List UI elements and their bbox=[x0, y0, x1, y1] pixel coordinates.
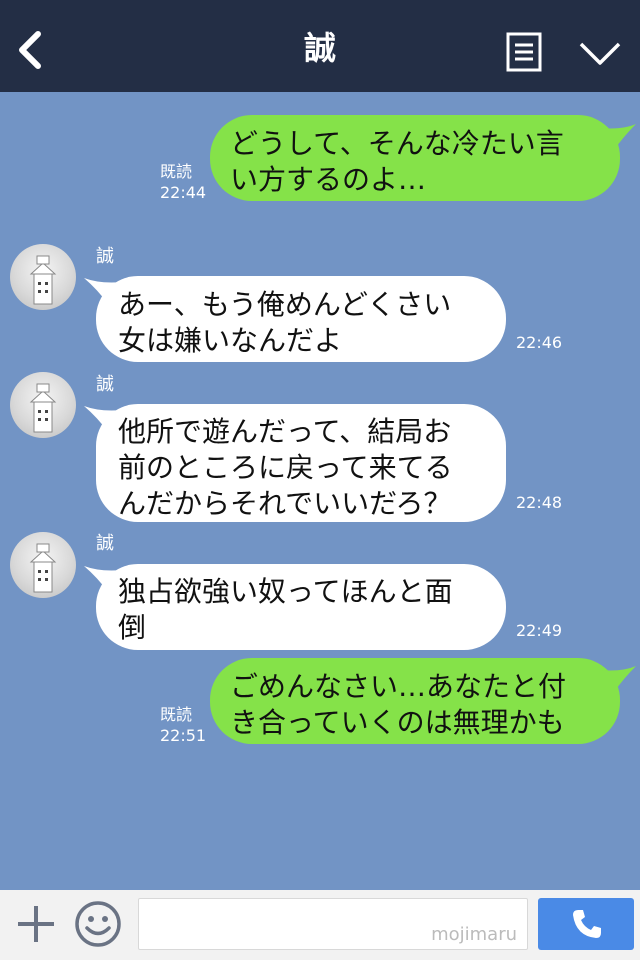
sender-name: 誠 bbox=[96, 533, 114, 554]
message-input[interactable]: mojimaru bbox=[138, 898, 528, 950]
avatar[interactable] bbox=[10, 244, 76, 310]
message-time: 22:44 bbox=[160, 183, 207, 202]
message-time: 22:51 bbox=[160, 726, 207, 745]
collapse-icon[interactable] bbox=[578, 40, 622, 68]
avatar[interactable] bbox=[10, 532, 76, 598]
phone-icon bbox=[573, 910, 601, 938]
message-line: 女は嫌いなんだよ bbox=[118, 324, 343, 357]
message-line: き合っていくのは無理かも bbox=[230, 706, 565, 739]
message-line: 倒 bbox=[118, 611, 147, 644]
outgoing-bubble-tail bbox=[600, 666, 636, 692]
message-line: 他所で遊んだって、結局お bbox=[118, 415, 452, 448]
chat-title: 誠 bbox=[303, 29, 336, 67]
incoming-bubble[interactable]: 独占欲強い奴ってほんと面 倒 bbox=[96, 564, 506, 650]
read-receipt: 既読 bbox=[160, 162, 193, 181]
message-line: あー、もう俺めんどくさい bbox=[118, 288, 452, 321]
message-line: 独占欲強い奴ってほんと面 bbox=[118, 575, 453, 608]
message-time: 22:48 bbox=[516, 493, 563, 512]
house-figure-icon bbox=[29, 543, 57, 593]
sender-name: 誠 bbox=[96, 246, 114, 267]
message-time: 22:49 bbox=[516, 621, 563, 640]
menu-icon[interactable] bbox=[506, 32, 542, 72]
house-figure-icon bbox=[29, 255, 57, 305]
outgoing-bubble-tail bbox=[600, 124, 636, 150]
message-list[interactable]: 既読 22:44 どうして、そんな冷たい言 い方するのよ… 誠 あー、もう俺めん… bbox=[0, 92, 640, 890]
watermark-text: mojimaru bbox=[431, 924, 517, 945]
message-line: 前のところに戻って来てる bbox=[118, 451, 453, 484]
outgoing-bubble[interactable]: どうして、そんな冷たい言 い方するのよ… bbox=[210, 115, 620, 201]
outgoing-bubble[interactable]: ごめんなさい…あなたと付 き合っていくのは無理かも bbox=[210, 658, 620, 744]
smile-icon[interactable] bbox=[74, 900, 122, 948]
message-line: どうして、そんな冷たい言 bbox=[230, 127, 564, 160]
message-time: 22:46 bbox=[516, 333, 563, 352]
read-receipt: 既読 bbox=[160, 705, 193, 724]
sender-name: 誠 bbox=[96, 374, 114, 395]
plus-icon[interactable] bbox=[14, 902, 58, 946]
message-line: い方するのよ… bbox=[230, 163, 427, 196]
message-meta: 既読 22:44 bbox=[160, 161, 206, 203]
house-figure-icon bbox=[29, 383, 57, 433]
message-line: ごめんなさい…あなたと付 bbox=[230, 670, 567, 703]
message-meta: 既読 22:51 bbox=[160, 704, 206, 746]
avatar[interactable] bbox=[10, 372, 76, 438]
call-button[interactable] bbox=[538, 898, 634, 950]
incoming-bubble[interactable]: 他所で遊んだって、結局お 前のところに戻って来てる んだからそれでいいだろ？ bbox=[96, 404, 506, 522]
chat-header: 誠 bbox=[0, 0, 640, 92]
incoming-bubble[interactable]: あー、もう俺めんどくさい 女は嫌いなんだよ bbox=[96, 276, 506, 362]
message-line: んだからそれでいいだろ？ bbox=[118, 487, 452, 520]
